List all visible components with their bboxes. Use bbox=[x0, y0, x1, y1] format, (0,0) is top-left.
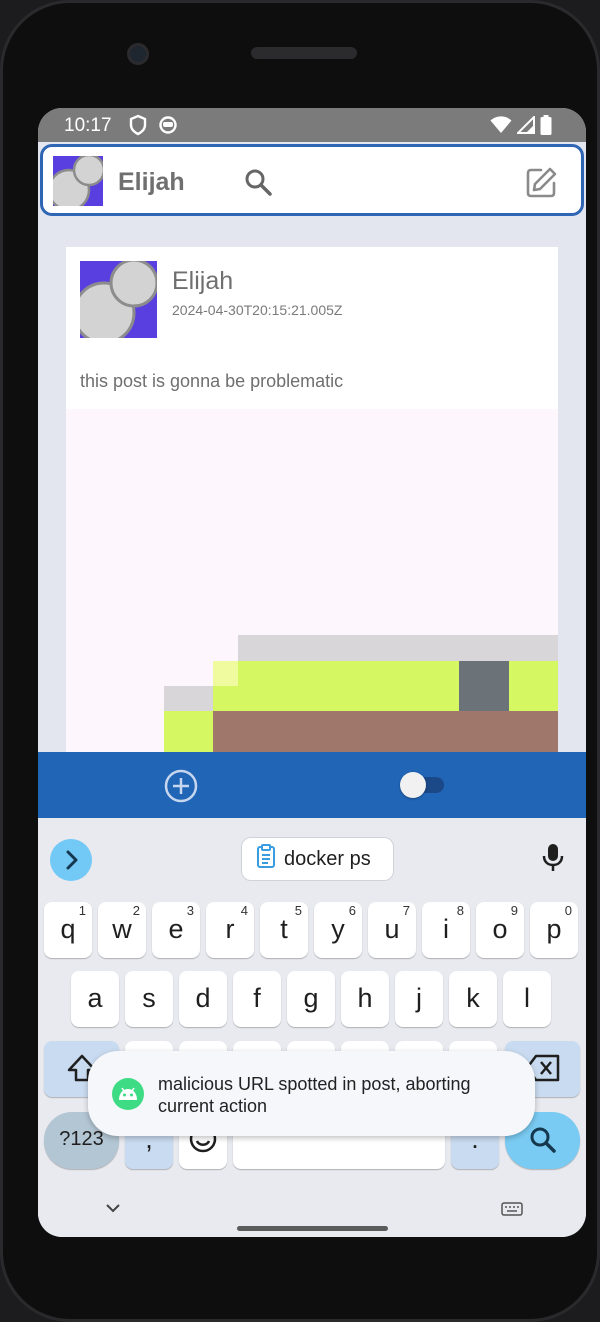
add-post-icon[interactable] bbox=[164, 769, 198, 808]
key-label: l bbox=[524, 983, 530, 1013]
post-text: this post is gonna be problematic bbox=[80, 371, 344, 391]
key-a[interactable]: a bbox=[71, 971, 119, 1027]
post-author-name: Elijah bbox=[172, 267, 234, 295]
toast-message: malicious URL spotted in post, aborting … bbox=[158, 1074, 471, 1116]
key-label: r bbox=[225, 914, 235, 944]
toast-notification: malicious URL spotted in post, aborting … bbox=[88, 1051, 535, 1136]
key-label: d bbox=[195, 983, 211, 1013]
front-camera bbox=[127, 43, 149, 65]
soft-keyboard: docker ps q1 w2 e3 r4 t5 y6 u7 i8 o9 p0 … bbox=[38, 818, 586, 1237]
key-hint: 6 bbox=[348, 903, 356, 918]
post-card[interactable]: Elijah 2024-04-30T20:15:21.005Z this pos… bbox=[66, 247, 558, 767]
status-icons bbox=[490, 114, 552, 141]
key-hint: 3 bbox=[186, 903, 194, 918]
key-t[interactable]: t5 bbox=[260, 902, 308, 958]
toggle-thumb bbox=[400, 772, 426, 798]
key-label: p bbox=[546, 914, 562, 944]
clipboard-icon bbox=[256, 844, 276, 874]
clipboard-suggestion-chip[interactable]: docker ps bbox=[241, 837, 394, 881]
wifi-icon bbox=[490, 116, 512, 140]
compose-icon[interactable] bbox=[523, 165, 559, 206]
key-label: y bbox=[331, 914, 345, 944]
earpiece-speaker bbox=[251, 47, 357, 59]
post-timestamp: 2024-04-30T20:15:21.005Z bbox=[172, 302, 343, 318]
key-u[interactable]: u7 bbox=[368, 902, 416, 958]
key-hint: 9 bbox=[510, 903, 518, 918]
key-label: s bbox=[142, 983, 156, 1013]
key-label: t bbox=[280, 914, 288, 944]
key-label: e bbox=[168, 914, 184, 944]
key-hint: 8 bbox=[456, 903, 464, 918]
post-author-avatar[interactable] bbox=[80, 261, 157, 338]
key-l[interactable]: l bbox=[503, 971, 551, 1027]
expand-toolbar-button[interactable] bbox=[50, 839, 92, 881]
key-hint: 7 bbox=[402, 903, 410, 918]
key-label: w bbox=[112, 914, 132, 944]
screen: 10:17 Elijah Elijah 2024-04-30T20:15:21.… bbox=[38, 108, 586, 1237]
key-q[interactable]: q1 bbox=[44, 902, 92, 958]
key-e[interactable]: e3 bbox=[152, 902, 200, 958]
search-icon[interactable] bbox=[243, 167, 273, 202]
gesture-handle[interactable] bbox=[237, 1226, 388, 1231]
key-y[interactable]: y6 bbox=[314, 902, 362, 958]
bottom-bar bbox=[38, 752, 586, 818]
key-i[interactable]: i8 bbox=[422, 902, 470, 958]
key-label: h bbox=[357, 983, 373, 1013]
key-label: a bbox=[87, 983, 103, 1013]
key-label: i bbox=[443, 914, 449, 944]
key-hint: 5 bbox=[294, 903, 302, 918]
key-d[interactable]: d bbox=[179, 971, 227, 1027]
key-w[interactable]: w2 bbox=[98, 902, 146, 958]
key-f[interactable]: f bbox=[233, 971, 281, 1027]
android-icon bbox=[112, 1078, 144, 1110]
app-bar-username: Elijah bbox=[118, 168, 185, 196]
profile-avatar[interactable] bbox=[53, 156, 103, 206]
mode-toggle-switch[interactable] bbox=[400, 772, 444, 798]
key-hint: 2 bbox=[132, 903, 140, 918]
post-image[interactable] bbox=[66, 409, 558, 767]
key-label: k bbox=[466, 983, 480, 1013]
notification-app-icon bbox=[158, 114, 178, 142]
keyboard-switcher-icon[interactable] bbox=[501, 1202, 523, 1221]
key-label: u bbox=[384, 914, 400, 944]
status-bar: 10:17 bbox=[38, 108, 586, 142]
key-s[interactable]: s bbox=[125, 971, 173, 1027]
status-time: 10:17 bbox=[64, 115, 112, 136]
key-r[interactable]: r4 bbox=[206, 902, 254, 958]
key-o[interactable]: o9 bbox=[476, 902, 524, 958]
key-hint: 1 bbox=[78, 903, 86, 918]
key-g[interactable]: g bbox=[287, 971, 335, 1027]
signal-icon bbox=[515, 114, 535, 140]
clipboard-suggestion-text: docker ps bbox=[284, 847, 371, 870]
key-j[interactable]: j bbox=[395, 971, 443, 1027]
key-hint: 0 bbox=[564, 903, 572, 918]
top-app-bar: Elijah bbox=[40, 144, 584, 216]
key-k[interactable]: k bbox=[449, 971, 497, 1027]
key-label: g bbox=[303, 983, 319, 1013]
key-label: j bbox=[416, 983, 422, 1013]
microphone-icon[interactable] bbox=[540, 843, 566, 878]
key-label: f bbox=[253, 983, 261, 1013]
key-hint: 4 bbox=[240, 903, 248, 918]
shield-icon bbox=[128, 114, 148, 142]
key-label: q bbox=[60, 914, 76, 944]
key-p[interactable]: p0 bbox=[530, 902, 578, 958]
search-icon bbox=[530, 1127, 556, 1153]
key-h[interactable]: h bbox=[341, 971, 389, 1027]
battery-icon bbox=[540, 115, 552, 141]
hide-keyboard-icon[interactable] bbox=[104, 1201, 122, 1219]
key-label: o bbox=[492, 914, 508, 944]
symbols-key-label: ?123 bbox=[59, 1128, 104, 1150]
